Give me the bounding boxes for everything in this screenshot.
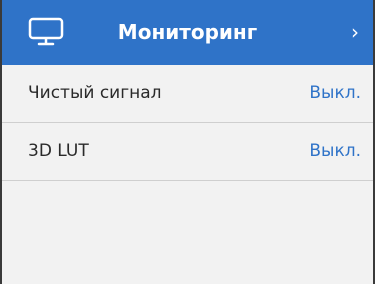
setting-row-3d-lut[interactable]: 3D LUT Выкл. [2, 123, 373, 181]
setting-row-clean-feed[interactable]: Чистый сигнал Выкл. [2, 65, 373, 123]
setting-label: 3D LUT [28, 141, 89, 161]
setting-value[interactable]: Выкл. [309, 65, 361, 122]
chevron-right-icon[interactable]: › [351, 0, 359, 65]
empty-area [2, 181, 373, 284]
monitoring-panel: Мониторинг › Чистый сигнал Выкл. 3D LUT … [0, 0, 375, 284]
page-title: Мониторинг [117, 20, 258, 44]
setting-label: Чистый сигнал [28, 83, 162, 103]
monitoring-header[interactable]: Мониторинг › [2, 0, 373, 65]
setting-value[interactable]: Выкл. [309, 123, 361, 180]
